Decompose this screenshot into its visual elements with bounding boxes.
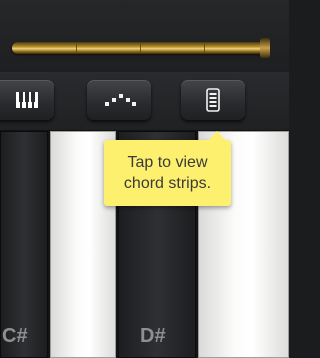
chord-strips-tooltip: Tap to view chord strips. xyxy=(104,131,231,206)
arpeggiator-button[interactable] xyxy=(87,80,151,120)
c-sharp-key[interactable]: C# xyxy=(0,131,48,358)
chord-strips-button[interactable] xyxy=(181,80,245,120)
tooltip-line-2: chord strips. xyxy=(123,175,212,192)
keyboard-icon xyxy=(2,91,42,109)
arpeggiator-icon xyxy=(101,92,137,108)
rail-divider xyxy=(204,44,205,52)
rail-divider xyxy=(140,44,141,52)
top-bar xyxy=(0,0,289,72)
tooltip-arrow xyxy=(208,131,226,141)
tooltip-line-1: Tap to view xyxy=(127,154,208,171)
c-sharp-label: C# xyxy=(2,325,28,347)
rail-end-cap xyxy=(260,38,270,58)
keyboard-view-button[interactable] xyxy=(0,80,54,120)
rail-divider xyxy=(76,44,77,52)
chord-strips-icon xyxy=(206,88,220,112)
d-sharp-label: D# xyxy=(140,325,166,347)
keyboard-toolbar xyxy=(0,72,289,131)
gold-rail xyxy=(12,38,270,58)
